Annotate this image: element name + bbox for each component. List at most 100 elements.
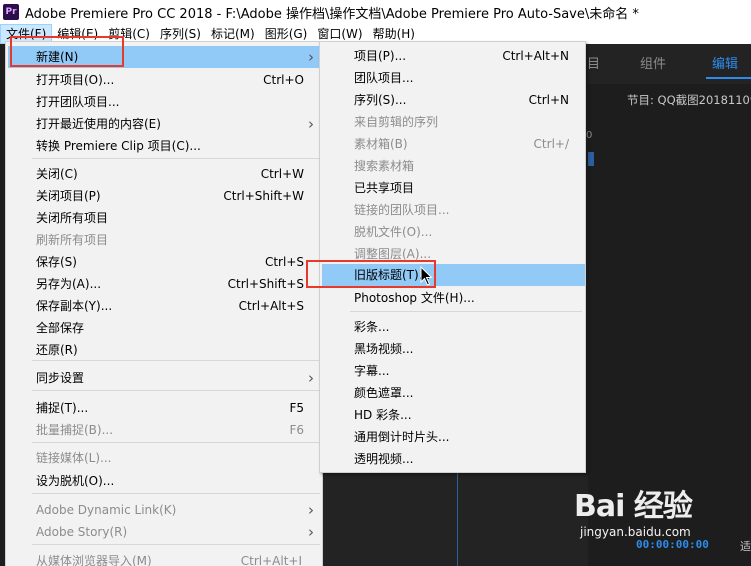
menu-separator xyxy=(32,544,320,545)
fit-dropdown-partial[interactable]: 适 xyxy=(740,538,751,554)
file-menu-item-label: 还原(R) xyxy=(36,343,78,357)
file-menu-item[interactable]: 另存为(A)... Ctrl+Shift+S xyxy=(8,273,320,295)
chevron-right-icon: › xyxy=(308,48,314,66)
file-menu-item: Adobe Story(R) › xyxy=(8,521,320,543)
new-submenu-item-label: 脱机文件(O)... xyxy=(354,225,433,239)
file-menu-item-label: 关闭项目(P) xyxy=(36,189,101,203)
new-submenu-item[interactable]: 黑场视频... xyxy=(322,338,585,360)
file-menu-item[interactable]: 设为脱机(O)... xyxy=(8,470,320,492)
file-menu-item-label: 同步设置 xyxy=(36,371,85,385)
baidu-jingyan-watermark: Bai 经验 jingyan.baidu.com xyxy=(574,481,714,551)
new-submenu-item[interactable]: 通用倒计时片头... xyxy=(322,426,585,448)
new-submenu-item[interactable]: 序列(S)... Ctrl+N xyxy=(322,89,585,111)
file-menu-item-label: 从媒体浏览器导入(M) xyxy=(36,554,152,566)
file-menu-item[interactable]: 关闭项目(P) Ctrl+Shift+W xyxy=(8,185,320,207)
new-submenu-item-label: 搜索素材箱 xyxy=(354,159,415,173)
file-menu-item-label: 设为脱机(O)... xyxy=(36,474,115,488)
file-menu-item-label: 链接媒体(L)... xyxy=(36,451,112,465)
new-submenu-item-label: 颜色遮罩... xyxy=(354,386,414,400)
file-menu-item-label: 另存为(A)... xyxy=(36,277,102,291)
file-menu-item-label: 捕捉(T)... xyxy=(36,401,89,415)
new-submenu-item[interactable]: 项目(P)... Ctrl+Alt+N xyxy=(322,45,585,67)
file-menu-item[interactable]: 保存(S) Ctrl+S xyxy=(8,251,320,273)
file-menu-item[interactable]: 打开项目(O)... Ctrl+O xyxy=(8,69,320,91)
new-submenu-item-label: 团队项目... xyxy=(354,71,414,85)
file-menu-item-shortcut: Ctrl+Shift+S xyxy=(227,277,304,291)
new-submenu-item[interactable]: 彩条... xyxy=(322,316,585,338)
menu-separator xyxy=(32,360,320,361)
new-submenu-item-label: 字幕... xyxy=(354,364,390,378)
window-title: Adobe Premiere Pro CC 2018 - F:\Adobe 操作… xyxy=(25,6,639,22)
new-submenu-item: 来自剪辑的序列 xyxy=(322,111,585,133)
new-submenu-item-label: Photoshop 文件(H)... xyxy=(354,291,475,305)
workspace-tab-editing[interactable]: 编辑 xyxy=(712,53,738,72)
new-submenu-item-label: 已共享项目 xyxy=(354,181,415,195)
chevron-right-icon: › xyxy=(308,501,314,519)
new-submenu-item-label: 彩条... xyxy=(354,320,390,334)
chevron-right-icon: › xyxy=(308,369,314,387)
new-submenu-item[interactable]: 透明视频... xyxy=(322,448,585,470)
file-menu-item-label: 保存(S) xyxy=(36,255,77,269)
new-submenu-item-shortcut: Ctrl+Alt+N xyxy=(502,49,569,63)
file-menu-item[interactable]: 转换 Premiere Clip 项目(C)... xyxy=(8,135,320,157)
file-menu-item[interactable]: 捕捉(T)... F5 xyxy=(8,397,320,419)
premiere-app-icon: Pr xyxy=(3,4,19,20)
active-tab-underline xyxy=(706,77,751,79)
annotation-box-new xyxy=(10,36,124,67)
new-submenu-item: 脱机文件(O)... xyxy=(322,221,585,243)
file-menu-item-shortcut: Ctrl+O xyxy=(263,73,304,87)
file-menu-item[interactable]: 关闭所有项目 xyxy=(8,207,320,229)
menu-separator xyxy=(32,493,320,494)
file-menu-item[interactable]: 全部保存 xyxy=(8,317,320,339)
new-submenu-item[interactable]: 团队项目... xyxy=(322,67,585,89)
file-menu-item[interactable]: 同步设置 › xyxy=(8,367,320,389)
file-menu-item-label: 转换 Premiere Clip 项目(C)... xyxy=(36,139,201,153)
new-submenu-item-label: 链接的团队项目... xyxy=(354,203,450,217)
file-menu-item-shortcut: Ctrl+Alt+I xyxy=(240,554,302,566)
file-menu-item-label: 关闭所有项目 xyxy=(36,211,109,225)
mouse-cursor-icon xyxy=(420,266,433,286)
workspace-tab-assembly[interactable]: 组件 xyxy=(640,53,666,72)
file-menu-item[interactable]: 打开最近使用的内容(E) › xyxy=(8,113,320,135)
new-submenu-item-label: 序列(S)... xyxy=(354,93,407,107)
menu-separator xyxy=(32,158,320,159)
file-menu-item-shortcut: Ctrl+Shift+W xyxy=(223,189,304,203)
timeline-edge-line xyxy=(457,470,458,566)
file-menu-item-label: 全部保存 xyxy=(36,321,85,335)
file-menu-item-label: 批量捕捉(B)... xyxy=(36,423,114,437)
file-menu-item[interactable]: 还原(R) xyxy=(8,339,320,361)
program-monitor-title: 节目: QQ截图2018110903 xyxy=(627,93,751,107)
new-submenu-item: 素材箱(B) Ctrl+/ xyxy=(322,133,585,155)
new-submenu-item-label: 通用倒计时片头... xyxy=(354,430,450,444)
workspace-tab-partial[interactable]: 目 xyxy=(587,53,600,72)
new-submenu-item[interactable]: HD 彩条... xyxy=(322,404,585,426)
chevron-right-icon: › xyxy=(308,523,314,541)
file-menu-item[interactable]: 关闭(C) Ctrl+W xyxy=(8,163,320,185)
file-menu-item-shortcut: F5 xyxy=(289,401,304,415)
file-menu-item-label: 打开团队项目... xyxy=(36,95,120,109)
watermark-logo-text: Bai 经验 xyxy=(574,489,693,524)
new-submenu-item[interactable]: 字幕... xyxy=(322,360,585,382)
new-submenu-item-label: 来自剪辑的序列 xyxy=(354,115,439,129)
file-menu-dropdown: 新建(N) › 打开项目(O)... Ctrl+O 打开团队项目... 打开最近使用的内容… xyxy=(5,41,323,566)
new-submenu-item[interactable]: Photoshop 文件(H)... xyxy=(322,287,585,309)
new-submenu-item-label: 素材箱(B) xyxy=(354,137,408,151)
file-menu-item-label: 刷新所有项目 xyxy=(36,233,109,247)
file-menu-item[interactable]: 保存副本(Y)... Ctrl+Alt+S xyxy=(8,295,320,317)
menu-separator xyxy=(32,442,320,443)
new-submenu-item-label: 项目(P)... xyxy=(354,49,407,63)
file-menu-item: 批量捕捉(B)... F6 xyxy=(8,419,320,441)
new-submenu: 项目(P)... Ctrl+Alt+N 团队项目... 序列(S)... Ctrl+N 来… xyxy=(319,41,586,473)
new-submenu-item[interactable]: 已共享项目 xyxy=(322,177,585,199)
file-menu-item: 链接媒体(L)... xyxy=(8,447,320,469)
menu-separator xyxy=(32,390,320,391)
new-submenu-item[interactable]: 颜色遮罩... xyxy=(322,382,585,404)
file-menu-item-shortcut: Ctrl+S xyxy=(264,255,304,269)
file-menu-item: 刷新所有项目 xyxy=(8,229,320,251)
new-submenu-item-label: 透明视频... xyxy=(354,452,414,466)
file-menu-item-label: 保存副本(Y)... xyxy=(36,299,113,313)
file-menu-item[interactable]: 打开团队项目... xyxy=(8,91,320,113)
panel-edge: 0 xyxy=(586,130,594,190)
title-bar: Pr Adobe Premiere Pro CC 2018 - F:\Adobe… xyxy=(0,0,751,24)
file-menu-item-label: 关闭(C) xyxy=(36,167,78,181)
